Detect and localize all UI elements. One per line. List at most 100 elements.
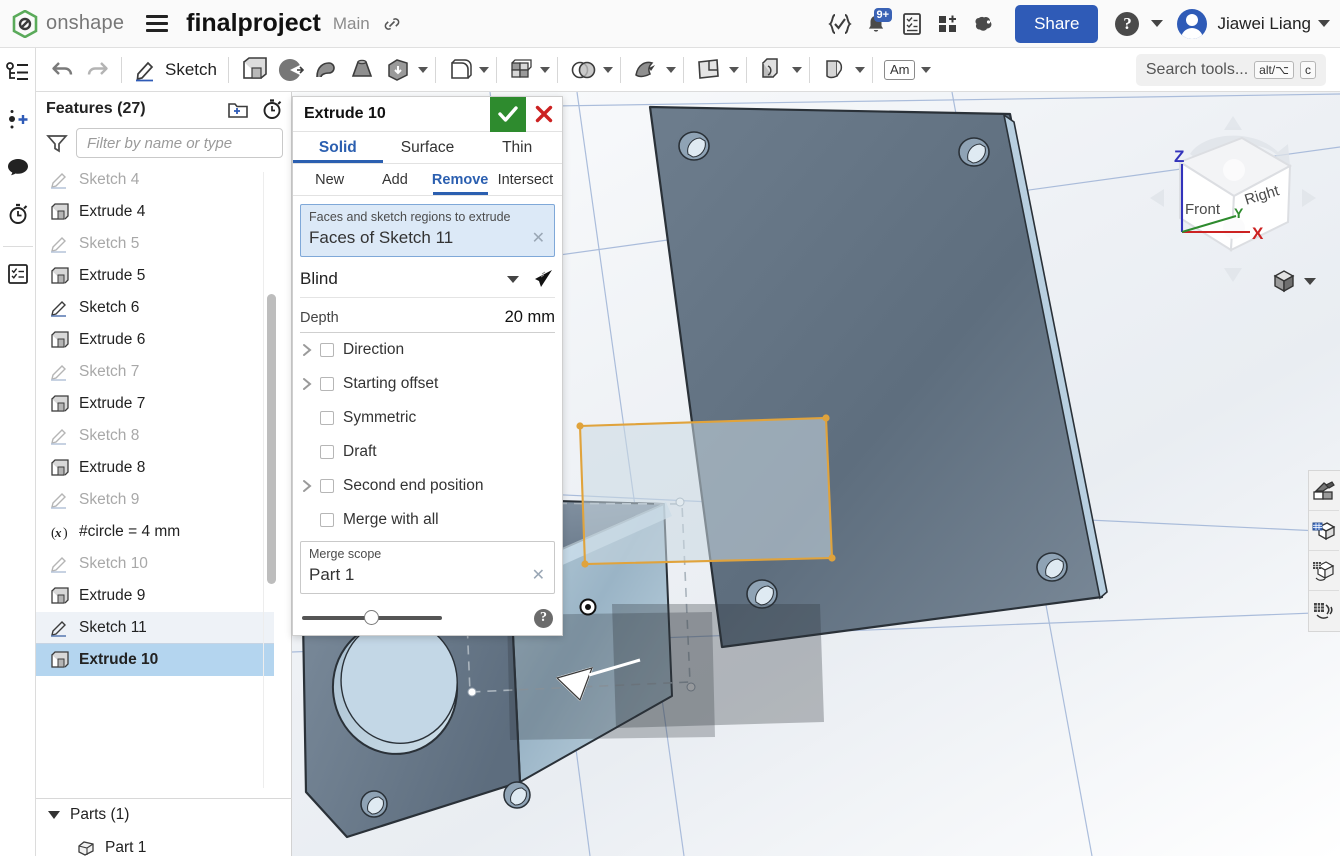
flip-direction-icon[interactable] [533, 268, 555, 290]
chevron-down-icon[interactable] [539, 66, 550, 73]
extrude-icon[interactable] [236, 53, 272, 87]
feature-row-extrude-4[interactable]: Extrude 4 [36, 196, 274, 228]
chevron-right-icon[interactable] [302, 343, 314, 357]
chevron-down-icon[interactable] [854, 66, 865, 73]
boolean-icon[interactable] [565, 53, 601, 87]
cancel-button[interactable] [526, 97, 562, 132]
features-list[interactable]: Sketch 4 Extrude 4 Sketch 5 Extrude 5 Sketch… [36, 164, 292, 796]
link-icon[interactable] [382, 14, 402, 34]
brain-icon[interactable] [967, 7, 1001, 41]
simulation-icon[interactable] [1309, 551, 1339, 591]
chevron-down-icon[interactable] [507, 275, 519, 283]
option-row[interactable]: Second end position [293, 469, 562, 503]
feature-tree-icon[interactable] [3, 56, 33, 90]
chevron-right-icon[interactable] [302, 377, 314, 391]
history-icon[interactable] [3, 197, 33, 231]
analysis-icon[interactable] [1309, 591, 1339, 631]
stopwatch-icon[interactable] [261, 98, 283, 120]
help-icon[interactable]: ? [534, 608, 553, 628]
operation-remove[interactable]: Remove [428, 164, 493, 195]
feature-row-extrude-7[interactable]: Extrude 7 [36, 388, 274, 420]
appearance-icon[interactable] [1309, 471, 1339, 511]
shell-icon[interactable] [754, 53, 790, 87]
plane-offset-icon[interactable] [691, 53, 727, 87]
tab-thin[interactable]: Thin [472, 132, 562, 163]
filter-input[interactable]: Filter by name or type [76, 128, 283, 158]
user-name[interactable]: Jiawei Liang [1217, 14, 1311, 34]
features-vertical-scrollbar[interactable] [267, 294, 276, 584]
chevron-down-icon[interactable] [1304, 277, 1316, 285]
funnel-icon[interactable] [46, 133, 68, 153]
revolve-icon[interactable] [272, 53, 308, 87]
feature-row-circle-4-mm[interactable]: (x) #circle = 4 mm [36, 516, 274, 548]
sketch-button[interactable]: Sketch [129, 53, 221, 87]
feature-row-extrude-5[interactable]: Extrude 5 [36, 260, 274, 292]
merge-scope-field[interactable]: Merge scope Part 1 ✕ [300, 541, 555, 594]
checkbox-second-end-position[interactable] [320, 479, 334, 493]
feature-row-sketch-4[interactable]: Sketch 4 [36, 164, 274, 196]
chevron-down-icon[interactable] [791, 66, 802, 73]
help-chevron-down-icon[interactable] [1151, 20, 1164, 27]
feature-row-sketch-7[interactable]: Sketch 7 [36, 356, 274, 388]
slider-handle[interactable] [364, 610, 379, 625]
opacity-slider[interactable] [302, 610, 442, 625]
brand-name[interactable]: onshape [46, 12, 124, 35]
onshape-logo-icon[interactable] [12, 9, 38, 38]
chevron-down-icon[interactable] [478, 66, 489, 73]
operation-intersect[interactable]: Intersect [493, 164, 558, 195]
feature-row-sketch-9[interactable]: Sketch 9 [36, 484, 274, 516]
checkbox-symmetric[interactable] [320, 411, 334, 425]
plane-tools-icon[interactable] [443, 53, 477, 87]
new-folder-icon[interactable] [227, 100, 249, 119]
am-tools-button[interactable]: Am [880, 53, 920, 87]
depth-field[interactable]: Depth 20 mm [300, 308, 555, 333]
clear-x-icon[interactable]: ✕ [532, 565, 545, 585]
option-row[interactable]: Direction [293, 333, 562, 367]
undo-icon[interactable] [46, 53, 80, 87]
hamburger-icon[interactable] [146, 14, 169, 33]
branch-name[interactable]: Main [333, 14, 370, 34]
feature-row-sketch-6[interactable]: Sketch 6 [36, 292, 274, 324]
checkbox-merge-with-all[interactable] [320, 513, 334, 527]
tab-solid[interactable]: Solid [293, 132, 383, 163]
loft-icon[interactable] [344, 53, 380, 87]
bill-of-materials-icon[interactable] [3, 257, 33, 291]
operation-add[interactable]: Add [362, 164, 427, 195]
document-title[interactable]: finalproject [186, 9, 321, 38]
redo-icon[interactable] [80, 53, 114, 87]
chevron-down-icon[interactable] [48, 811, 60, 819]
chevron-down-icon[interactable] [602, 66, 613, 73]
help-button[interactable]: ? [1110, 7, 1144, 41]
chevron-down-icon[interactable] [417, 66, 428, 73]
end-condition-select[interactable]: Blind [300, 268, 555, 298]
feature-row-extrude-8[interactable]: Extrude 8 [36, 452, 274, 484]
render-cube-icon[interactable] [1309, 511, 1339, 551]
check-braces-icon[interactable] [823, 7, 857, 41]
feature-row-sketch-10[interactable]: Sketch 10 [36, 548, 274, 580]
feature-row-extrude-10[interactable]: Extrude 10 [36, 644, 274, 676]
comments-icon[interactable] [3, 150, 33, 184]
operation-new[interactable]: New [297, 164, 362, 195]
apps-add-icon[interactable] [931, 7, 965, 41]
chevron-down-icon[interactable] [921, 66, 932, 73]
faces-selection-field[interactable]: Faces and sketch regions to extrude Face… [300, 204, 555, 257]
pattern-icon[interactable] [504, 53, 538, 87]
feature-row-sketch-5[interactable]: Sketch 5 [36, 228, 274, 260]
feature-row-sketch-8[interactable]: Sketch 8 [36, 420, 274, 452]
checkbox-direction[interactable] [320, 343, 334, 357]
parts-header[interactable]: Parts (1) [36, 800, 292, 830]
tab-surface[interactable]: Surface [383, 132, 473, 163]
option-row[interactable]: Draft [293, 435, 562, 469]
add-assembly-icon[interactable] [3, 103, 33, 137]
option-row[interactable]: Starting offset [293, 367, 562, 401]
chevron-down-icon[interactable] [728, 66, 739, 73]
depth-value[interactable]: 20 mm [505, 308, 555, 327]
notifications-bell-icon[interactable]: 9+ [859, 7, 893, 41]
accept-button[interactable] [490, 96, 526, 132]
chevron-down-icon[interactable] [665, 66, 676, 73]
share-button[interactable]: Share [1015, 4, 1099, 43]
feature-row-sketch-11[interactable]: Sketch 11 [36, 612, 274, 644]
feature-row-extrude-9[interactable]: Extrude 9 [36, 580, 274, 612]
list-item[interactable]: Part 1 [36, 834, 292, 856]
option-row[interactable]: Symmetric [293, 401, 562, 435]
